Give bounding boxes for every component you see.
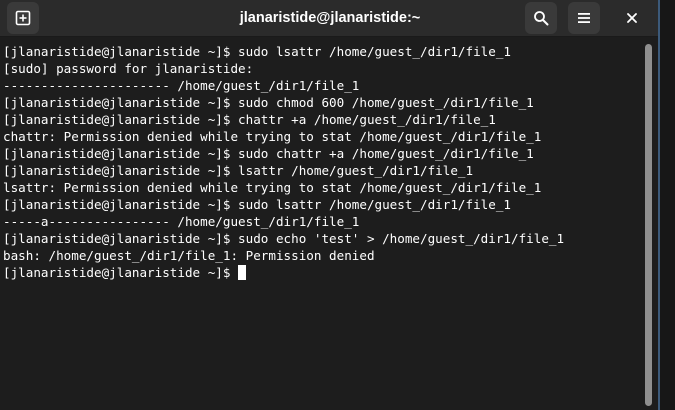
terminal-line: [jlanaristide@jlanaristide ~]$ sudo chat… bbox=[3, 146, 534, 161]
terminal-line: [jlanaristide@jlanaristide ~]$ sudo lsat… bbox=[3, 197, 511, 212]
terminal-line: bash: /home/guest_/dir1/file_1: Permissi… bbox=[3, 248, 375, 263]
terminal-line: [jlanaristide@jlanaristide ~]$ sudo chmo… bbox=[3, 95, 534, 110]
new-tab-icon bbox=[15, 10, 31, 26]
title-bar[interactable]: jlanaristide@jlanaristide:~ bbox=[0, 0, 660, 37]
window-title: jlanaristide@jlanaristide:~ bbox=[239, 10, 421, 26]
terminal-window: jlanaristide@jlanaristide:~ [jlanaristid… bbox=[0, 0, 660, 410]
terminal-line: chattr: Permission denied while trying t… bbox=[3, 129, 542, 144]
prompt-text: [jlanaristide@jlanaristide ~]$ bbox=[3, 265, 239, 280]
prompt-line[interactable]: [jlanaristide@jlanaristide ~]$ bbox=[3, 264, 640, 281]
terminal-line: lsattr: Permission denied while trying t… bbox=[3, 180, 542, 195]
hamburger-menu-icon bbox=[578, 13, 590, 23]
terminal-line: [jlanaristide@jlanaristide ~]$ lsattr /h… bbox=[3, 163, 474, 178]
terminal-line: -----a---------------- /home/guest_/dir1… bbox=[3, 214, 360, 229]
search-icon bbox=[534, 11, 549, 26]
desktop-background bbox=[660, 0, 675, 410]
terminal-line: ---------------------- /home/guest_/dir1… bbox=[3, 78, 360, 93]
terminal-line: [jlanaristide@jlanaristide ~]$ sudo lsat… bbox=[3, 44, 511, 59]
text-cursor bbox=[238, 265, 247, 280]
terminal-line: [jlanaristide@jlanaristide ~]$ chattr +a… bbox=[3, 112, 496, 127]
terminal-output[interactable]: [jlanaristide@jlanaristide ~]$ sudo lsat… bbox=[0, 37, 640, 410]
vertical-scrollbar[interactable] bbox=[645, 44, 652, 406]
menu-button[interactable] bbox=[568, 2, 600, 34]
terminal-line: [sudo] password for jlanaristide: bbox=[3, 61, 254, 76]
terminal-line: [jlanaristide@jlanaristide ~]$ sudo echo… bbox=[3, 231, 565, 246]
search-button[interactable] bbox=[525, 2, 557, 34]
close-icon bbox=[627, 13, 637, 23]
close-button[interactable] bbox=[616, 2, 648, 34]
new-tab-button[interactable] bbox=[7, 2, 39, 34]
